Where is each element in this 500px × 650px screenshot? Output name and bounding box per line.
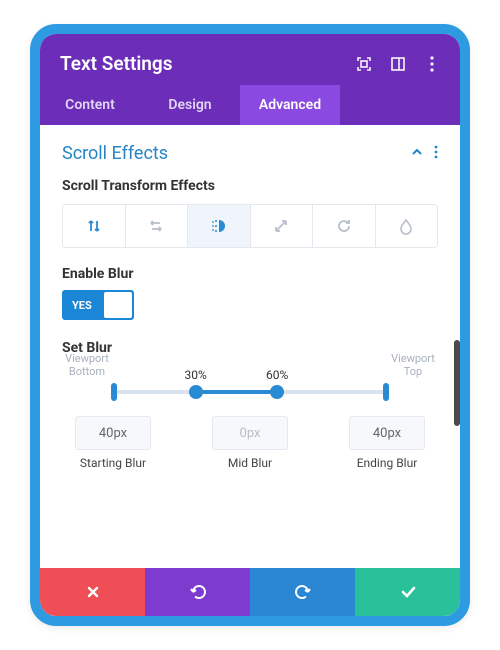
slider-handle-2[interactable] (270, 385, 284, 399)
footer-actions (40, 568, 460, 616)
tab-advanced[interactable]: Advanced (240, 85, 340, 125)
mid-blur-input[interactable]: 0px (212, 416, 288, 450)
panel-body: Scroll Effects Scroll Transform Effects (40, 125, 460, 555)
toggle-knob (104, 292, 132, 318)
transform-effects-label: Scroll Transform Effects (62, 178, 438, 194)
section-header-icons (410, 144, 438, 163)
tab-design[interactable]: Design (140, 85, 240, 125)
ending-blur-col: 40px Ending Blur (342, 416, 432, 471)
cancel-button[interactable] (40, 568, 145, 616)
effect-fade[interactable] (376, 205, 438, 247)
tab-content[interactable]: Content (40, 85, 140, 125)
settings-panel: Text Settings (30, 24, 470, 626)
slider-fill (196, 390, 278, 394)
effect-blur[interactable] (188, 205, 251, 247)
handle-2-label: 60% (266, 368, 288, 382)
blur-value-row: 40px Starting Blur 0px Mid Blur 40px End… (68, 416, 432, 471)
toggle-value: YES (64, 299, 104, 312)
mid-blur-col: 0px Mid Blur (205, 416, 295, 471)
save-button[interactable] (355, 568, 460, 616)
mid-blur-label: Mid Blur (205, 456, 295, 471)
ending-blur-input[interactable]: 40px (349, 416, 425, 450)
starting-blur-col: 40px Starting Blur (68, 416, 158, 471)
effect-scale[interactable] (251, 205, 314, 247)
collapse-icon[interactable] (410, 144, 424, 163)
effect-rotate[interactable] (313, 205, 376, 247)
kebab-menu-icon[interactable] (424, 56, 440, 72)
ending-blur-label: Ending Blur (342, 456, 432, 471)
viewport-bottom-label: Viewport Bottom (60, 352, 114, 378)
viewport-top-label: Viewport Top (386, 352, 440, 378)
slider-endcap-right[interactable] (383, 383, 389, 401)
slider-endcap-left[interactable] (111, 383, 117, 401)
panel-header: Text Settings (40, 34, 460, 85)
undo-button[interactable] (145, 568, 250, 616)
section-title: Scroll Effects (62, 143, 168, 164)
expand-icon[interactable] (356, 56, 372, 72)
effect-toggle-row (62, 204, 438, 248)
panel-title: Text Settings (60, 52, 172, 75)
starting-blur-input[interactable]: 40px (75, 416, 151, 450)
set-blur-label: Set Blur (62, 340, 438, 356)
panel-layout-icon[interactable] (390, 56, 406, 72)
enable-blur-toggle[interactable]: YES (62, 290, 134, 320)
starting-blur-label: Starting Blur (68, 456, 158, 471)
scrollbar-thumb[interactable] (454, 340, 460, 426)
tab-bar: Content Design Advanced (40, 85, 460, 125)
slider-handle-1[interactable] (189, 385, 203, 399)
slider-track[interactable]: 30% 60% (114, 390, 386, 394)
section-menu-icon[interactable] (434, 145, 438, 162)
effect-horizontal-motion[interactable] (126, 205, 189, 247)
redo-button[interactable] (250, 568, 355, 616)
section-header: Scroll Effects (62, 143, 438, 164)
header-row: Text Settings (60, 52, 440, 75)
enable-blur-label: Enable Blur (62, 266, 438, 282)
effect-vertical-motion[interactable] (63, 205, 126, 247)
handle-1-label: 30% (184, 368, 206, 382)
blur-slider: Viewport Bottom Viewport Top 30% 60% 40p… (62, 366, 438, 471)
header-action-icons (356, 56, 440, 72)
